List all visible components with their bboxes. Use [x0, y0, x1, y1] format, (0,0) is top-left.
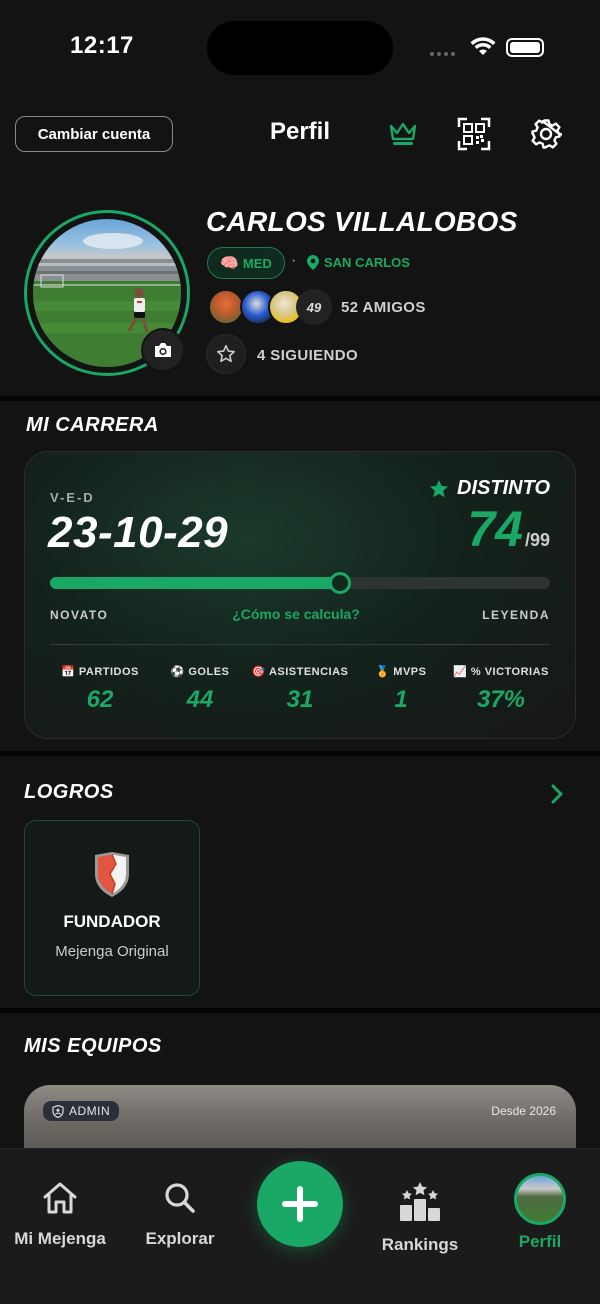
career-section-title: MI CARRERA	[26, 414, 159, 436]
camera-icon	[155, 343, 171, 357]
stat-win-rate: 📈 % VICTORIAS 37%	[448, 665, 554, 714]
stat-value: 31	[286, 686, 314, 713]
soccer-ball-icon: ⚽	[170, 666, 185, 678]
signal-icon	[430, 52, 455, 56]
friends-count[interactable]: 52 AMIGOS	[341, 299, 426, 316]
ranking-icon	[400, 1182, 440, 1221]
crown-icon[interactable]	[388, 118, 418, 148]
team-since: Desde 2026	[491, 1104, 556, 1118]
calendar-icon: 📅	[61, 666, 76, 678]
stat-mvps: 🏅 MVPS 1	[354, 665, 448, 714]
position-badge[interactable]: 🧠 MED	[207, 247, 285, 279]
location-pin-icon	[307, 255, 319, 270]
following-button[interactable]	[206, 334, 246, 374]
stat-value: 37%	[476, 686, 526, 713]
page-title: Perfil	[269, 118, 331, 145]
plus-icon	[282, 1186, 318, 1222]
tab-rankings[interactable]: Rankings	[360, 1180, 480, 1255]
star-outline-icon	[217, 345, 235, 363]
create-button[interactable]	[257, 1161, 343, 1247]
battery-icon	[506, 38, 544, 57]
search-icon	[165, 1183, 195, 1213]
chevron-right-icon[interactable]	[546, 782, 568, 806]
switch-account-button[interactable]: Cambiar cuenta	[15, 116, 173, 152]
admin-badge: ADMIN	[43, 1101, 120, 1121]
gear-icon[interactable]	[530, 118, 562, 150]
achievement-subtitle: Mejenga Original	[55, 943, 169, 960]
stat-label: GOLES	[188, 666, 230, 678]
stat-value: 62	[86, 686, 114, 713]
tab-label: Rankings	[381, 1235, 459, 1254]
friend-avatar[interactable]	[208, 289, 244, 325]
rating-value: 74	[467, 501, 523, 557]
tier-label: DISTINTO	[429, 477, 550, 500]
wifi-icon	[470, 37, 496, 55]
how-calculated-link[interactable]: ¿Cómo se calcula?	[200, 606, 392, 622]
more-friends-count[interactable]: 49	[296, 289, 332, 325]
location-label: SAN CARLOS	[324, 255, 410, 270]
location[interactable]: SAN CARLOS	[307, 255, 410, 270]
admin-label: ADMIN	[69, 1104, 111, 1118]
tab-label: Perfil	[518, 1232, 562, 1251]
rating-progress-knob	[329, 572, 351, 594]
dynamic-island	[207, 21, 393, 75]
tab-explorar[interactable]: Explorar	[120, 1180, 240, 1249]
user-name: CARLOS VILLALOBOS	[206, 206, 518, 237]
tab-label: Mi Mejenga	[14, 1229, 106, 1248]
card-divider	[50, 644, 550, 645]
section-divider	[0, 396, 600, 401]
home-icon	[43, 1182, 77, 1214]
tier-name: DISTINTO	[457, 477, 550, 499]
shield-person-icon	[52, 1104, 64, 1118]
record-value: 23-10-29	[48, 508, 229, 557]
tab-label: Explorar	[145, 1229, 215, 1248]
change-photo-button[interactable]	[141, 328, 185, 372]
achievements-section-title: LOGROS	[24, 781, 114, 803]
level-max-label: LEYENDA	[482, 608, 550, 622]
status-time: 12:17	[70, 32, 134, 59]
tab-mi-mejenga[interactable]: Mi Mejenga	[0, 1180, 120, 1249]
stat-label: ASISTENCIAS	[268, 666, 349, 678]
shield-badge-icon	[95, 852, 129, 897]
rating: 74 /99	[467, 500, 550, 558]
stat-matches: 📅 PARTIDOS 62	[50, 665, 150, 714]
record-label: V-E-D	[50, 490, 95, 505]
tab-perfil[interactable]: Perfil	[480, 1173, 600, 1252]
stat-label: % VICTORIAS	[470, 666, 549, 678]
avatar	[514, 1173, 566, 1225]
qr-code-icon[interactable]	[457, 117, 491, 151]
rating-max: /99	[524, 530, 550, 550]
medal-icon: 🏅	[375, 666, 390, 678]
target-icon: 🎯	[251, 666, 266, 678]
star-icon	[430, 479, 449, 497]
section-divider	[0, 1008, 600, 1013]
level-min-label: NOVATO	[50, 608, 109, 622]
section-divider	[0, 751, 600, 756]
stat-value: 1	[394, 686, 408, 713]
chart-icon: 📈	[453, 666, 468, 678]
rating-progress-fill	[50, 577, 340, 589]
position-label: MED	[242, 255, 272, 271]
stat-goals: ⚽ GOLES 44	[150, 665, 250, 714]
achievement-title: FUNDADOR	[63, 912, 161, 931]
stat-label: PARTIDOS	[78, 666, 139, 678]
achievement-card[interactable]	[24, 820, 200, 996]
stat-assists: 🎯 ASISTENCIAS 31	[246, 665, 354, 714]
separator-dot: ·	[291, 252, 297, 269]
following-count[interactable]: 4 SIGUIENDO	[257, 347, 358, 364]
stat-label: MVPS	[393, 666, 427, 678]
stat-value: 44	[186, 686, 214, 713]
brain-icon: 🧠	[220, 255, 239, 272]
teams-section-title: MIS EQUIPOS	[24, 1035, 162, 1057]
